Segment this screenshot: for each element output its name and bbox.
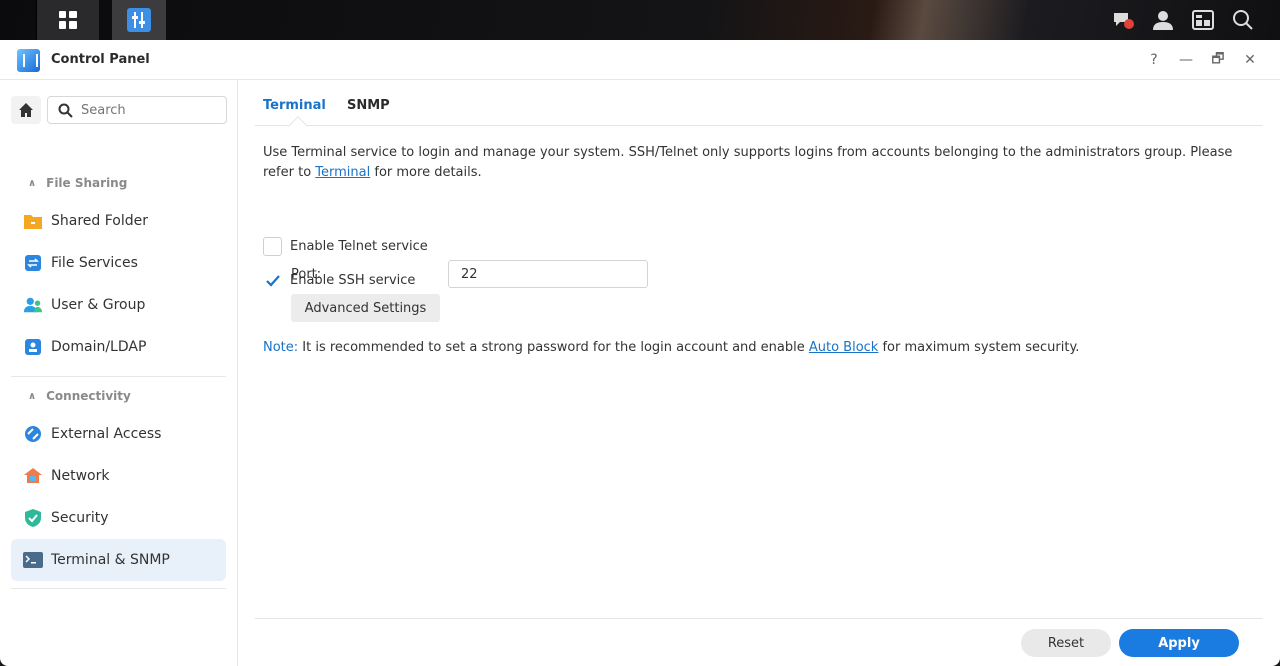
- sidebar-item-label: User & Group: [51, 297, 146, 313]
- sidebar-item-shared-folder[interactable]: Shared Folder: [11, 200, 226, 242]
- port-input[interactable]: [448, 260, 648, 288]
- advanced-settings-button[interactable]: Advanced Settings: [291, 294, 440, 322]
- section-connectivity[interactable]: ∧ Connectivity: [28, 389, 131, 403]
- widgets-icon[interactable]: [1190, 7, 1216, 33]
- footer-divider: [255, 618, 1263, 619]
- sidebar-item-label: File Services: [51, 255, 138, 271]
- section-title: File Sharing: [46, 176, 128, 190]
- search-icon: [58, 103, 73, 118]
- terminal-icon: [23, 550, 43, 570]
- search-icon[interactable]: [1230, 7, 1256, 33]
- taskbar: [0, 0, 1280, 40]
- search-box[interactable]: [47, 96, 227, 124]
- file-services-icon: [23, 253, 43, 273]
- apps-grid-icon: [59, 11, 77, 29]
- user-group-icon: [23, 295, 43, 315]
- restore-button[interactable]: 🗗: [1206, 48, 1230, 72]
- close-button[interactable]: ✕: [1238, 48, 1262, 72]
- security-shield-icon: [23, 508, 43, 528]
- taskbar-control-panel-button[interactable]: [112, 0, 166, 40]
- sidebar-item-domain-ldap[interactable]: Domain/LDAP: [11, 326, 226, 368]
- note-prefix: Note:: [263, 340, 299, 355]
- sidebar-item-user-group[interactable]: User & Group: [11, 284, 226, 326]
- tab-bar: Terminal SNMP: [255, 80, 1263, 136]
- chevron-up-icon: ∧: [28, 177, 37, 189]
- sidebar-divider: [11, 376, 226, 377]
- main-panel: Terminal SNMP Use Terminal service to lo…: [239, 80, 1280, 666]
- sidebar-divider: [11, 588, 226, 589]
- window-titlebar[interactable]: Control Panel ? — 🗗 ✕: [0, 40, 1280, 80]
- section-title: Connectivity: [46, 389, 131, 403]
- window-title: Control Panel: [51, 52, 150, 67]
- network-icon: [23, 466, 43, 486]
- control-panel-app-icon: [17, 49, 40, 72]
- note-text-end: for maximum system security.: [878, 340, 1080, 355]
- telnet-label: Enable Telnet service: [290, 239, 428, 254]
- search-input[interactable]: [81, 102, 211, 118]
- terminal-help-link[interactable]: Terminal: [315, 165, 370, 180]
- domain-ldap-icon: [23, 337, 43, 357]
- note-text: It is recommended to set a strong passwo…: [298, 340, 809, 355]
- tab-terminal[interactable]: Terminal: [263, 98, 326, 113]
- telnet-option[interactable]: Enable Telnet service: [263, 237, 428, 256]
- minimize-button[interactable]: —: [1174, 48, 1198, 72]
- main-menu-button[interactable]: [37, 0, 99, 40]
- sidebar-item-label: Network: [51, 468, 110, 484]
- sidebar-item-file-services[interactable]: File Services: [11, 242, 226, 284]
- sidebar-item-security[interactable]: Security: [11, 497, 226, 539]
- control-panel-window: Control Panel ? — 🗗 ✕ ∧ File Sharing Sha…: [0, 40, 1280, 666]
- control-panel-icon: [127, 8, 151, 32]
- home-button[interactable]: [11, 96, 41, 124]
- external-access-icon: [23, 424, 43, 444]
- tab-snmp[interactable]: SNMP: [347, 98, 390, 113]
- chevron-up-icon: ∧: [28, 390, 37, 402]
- description-text-end: for more details.: [370, 165, 482, 180]
- sidebar-item-network[interactable]: Network: [11, 455, 226, 497]
- checkmark-icon: [265, 274, 280, 287]
- terminal-description: Use Terminal service to login and manage…: [263, 143, 1253, 183]
- sidebar-item-label: External Access: [51, 426, 162, 442]
- auto-block-link[interactable]: Auto Block: [809, 340, 878, 355]
- sidebar-item-label: Shared Folder: [51, 213, 149, 229]
- user-icon[interactable]: [1150, 7, 1176, 33]
- sidebar: ∧ File Sharing Shared Folder File Servic…: [0, 80, 238, 666]
- apply-button[interactable]: Apply: [1119, 629, 1239, 657]
- security-note: Note: It is recommended to set a strong …: [263, 340, 1079, 355]
- port-label: Port:: [291, 267, 322, 282]
- active-tab-indicator: [288, 116, 308, 136]
- sidebar-item-external-access[interactable]: External Access: [11, 413, 226, 455]
- reset-button[interactable]: Reset: [1021, 629, 1111, 657]
- notifications-icon[interactable]: [1110, 7, 1136, 33]
- sidebar-item-label: Domain/LDAP: [51, 339, 147, 355]
- sidebar-item-label: Terminal & SNMP: [51, 552, 170, 568]
- sidebar-item-terminal-snmp[interactable]: Terminal & SNMP: [11, 539, 226, 581]
- ssh-checkbox[interactable]: [263, 271, 282, 290]
- home-icon: [19, 103, 33, 117]
- ssh-option[interactable]: Enable SSH service: [263, 271, 415, 290]
- telnet-checkbox[interactable]: [263, 237, 282, 256]
- folder-icon: [23, 211, 43, 231]
- section-file-sharing[interactable]: ∧ File Sharing: [28, 176, 127, 190]
- help-button[interactable]: ?: [1142, 48, 1166, 72]
- sidebar-item-label: Security: [51, 510, 109, 526]
